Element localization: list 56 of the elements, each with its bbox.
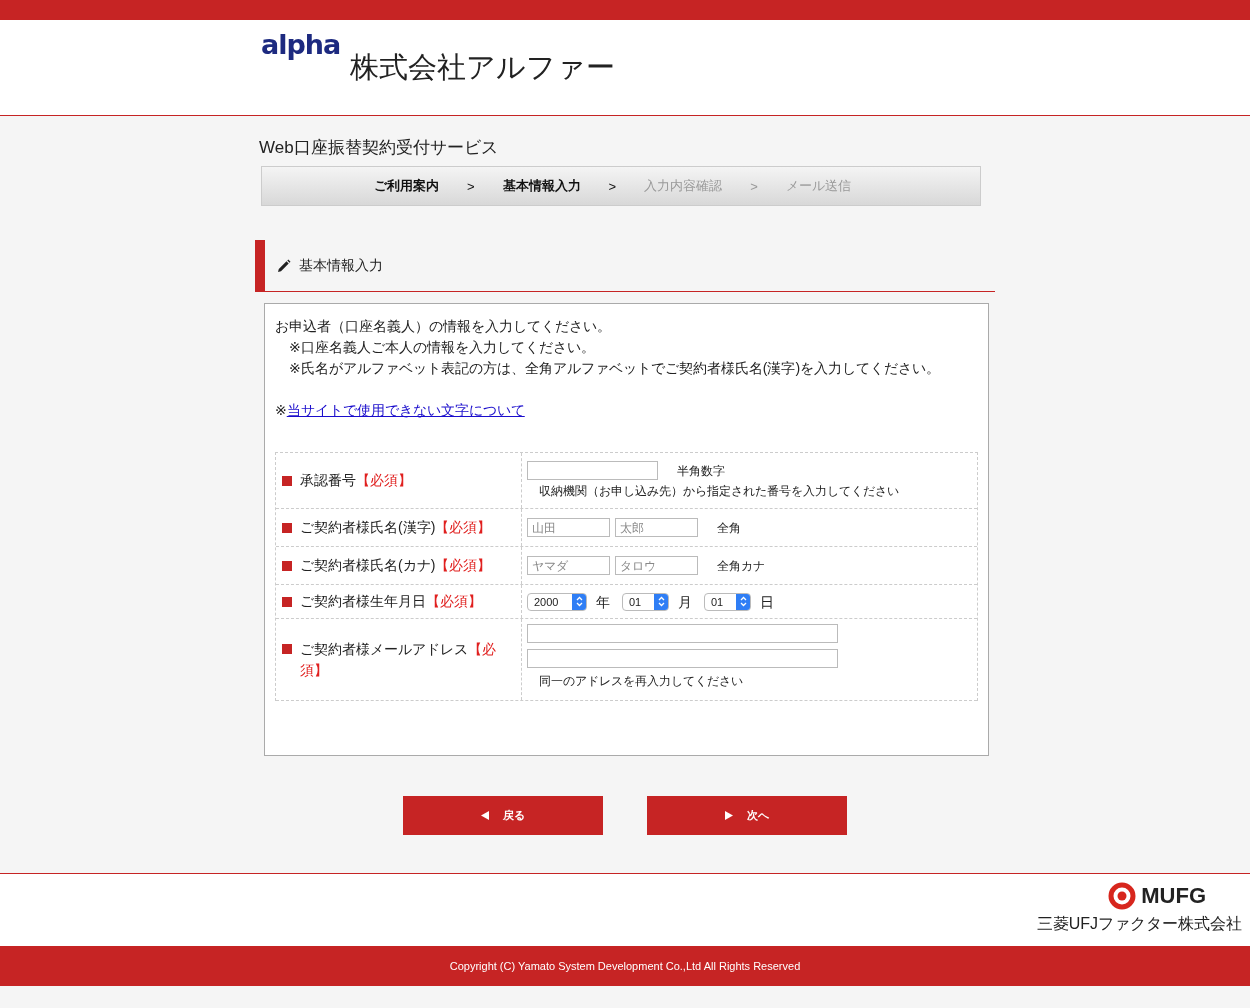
note-text: ※氏名がアルファベット表記の方は、全角アルファベットでご契約者様氏名(漢字)を入力してください。 (288, 359, 942, 378)
text-input[interactable]: 太郎 (615, 518, 698, 537)
triangle-right-icon (725, 811, 733, 820)
select-field[interactable]: 01 (704, 592, 751, 611)
hint-text: 収納機関（お申し込み先）から指定された番号を入力してください (538, 483, 900, 500)
field-label: ご契約者様氏名(漢字)【必須】 (300, 518, 492, 537)
text-input[interactable]: 山田 (527, 518, 610, 537)
stepper-arrows-icon (739, 596, 747, 607)
step-label: 入力内容確認 (644, 177, 723, 195)
field-label: ご契約者様メールアドレス【必須】 (300, 639, 497, 680)
logo-text: alpha (261, 30, 341, 60)
stepper-arrows-icon (657, 596, 665, 607)
date-unit-label: 日 (760, 592, 774, 611)
step-label: メール送信 (785, 177, 851, 195)
field-label: ご契約者様氏名(カナ)【必須】 (300, 556, 492, 575)
required-square-icon (282, 596, 292, 607)
section-title: 基本情報入力 (299, 256, 383, 275)
date-unit-label: 年 (596, 592, 610, 611)
next-button[interactable]: 次へ (647, 796, 847, 835)
back-button[interactable]: 戻る (403, 796, 603, 835)
field-label: ご契約者様生年月日【必須】 (300, 592, 482, 611)
required-square-icon (282, 522, 292, 533)
help-link[interactable]: 当サイトで使用できない文字について (286, 402, 525, 418)
text-input[interactable] (527, 649, 838, 668)
required-square-icon (282, 644, 292, 654)
copyright-text: Copyright (C) Yamato System Development Co.,Ltd All Rights Reserved (449, 960, 801, 972)
service-title: Web口座振替契約受付サービス (258, 138, 499, 158)
unit-label: 全角カナ (717, 557, 765, 575)
step-label: ご利用案内 (374, 177, 439, 195)
step-separator: > (750, 178, 758, 194)
select-field[interactable]: 01 (622, 592, 669, 611)
unit-label: 半角数字 (677, 462, 725, 480)
select-field[interactable]: 2000 (527, 592, 587, 611)
ring-logo-icon (1108, 882, 1137, 910)
field-label: 承認番号【必須】 (300, 471, 412, 490)
required-square-icon (282, 475, 292, 486)
step-separator: > (608, 178, 617, 194)
company-name: 株式会社アルファー (350, 50, 616, 84)
step-separator: > (467, 178, 475, 194)
footer-company: 三菱UFJファクター株式会社 (1036, 914, 1242, 934)
unit-label: 全角 (717, 519, 741, 537)
step-label: 基本情報入力 (502, 177, 581, 195)
text-input[interactable] (527, 624, 838, 643)
required-square-icon (282, 560, 292, 571)
triangle-left-icon (481, 811, 489, 820)
note-mark: ※ (275, 402, 287, 418)
brand-name: MUFG (1141, 883, 1206, 909)
text-input[interactable] (527, 461, 658, 480)
text-input[interactable]: ヤマダ (527, 556, 610, 575)
instruction-text: お申込者（口座名義人）の情報を入力してください。 (275, 317, 612, 336)
pencil-icon (277, 258, 291, 273)
hint-text: 同一のアドレスを再入力してください (538, 673, 744, 690)
stepper-arrows-icon (575, 596, 583, 607)
note-text: ※口座名義人ご本人の情報を入力してください。 (288, 338, 596, 357)
date-unit-label: 月 (678, 592, 692, 611)
text-input[interactable]: タロウ (615, 556, 698, 575)
